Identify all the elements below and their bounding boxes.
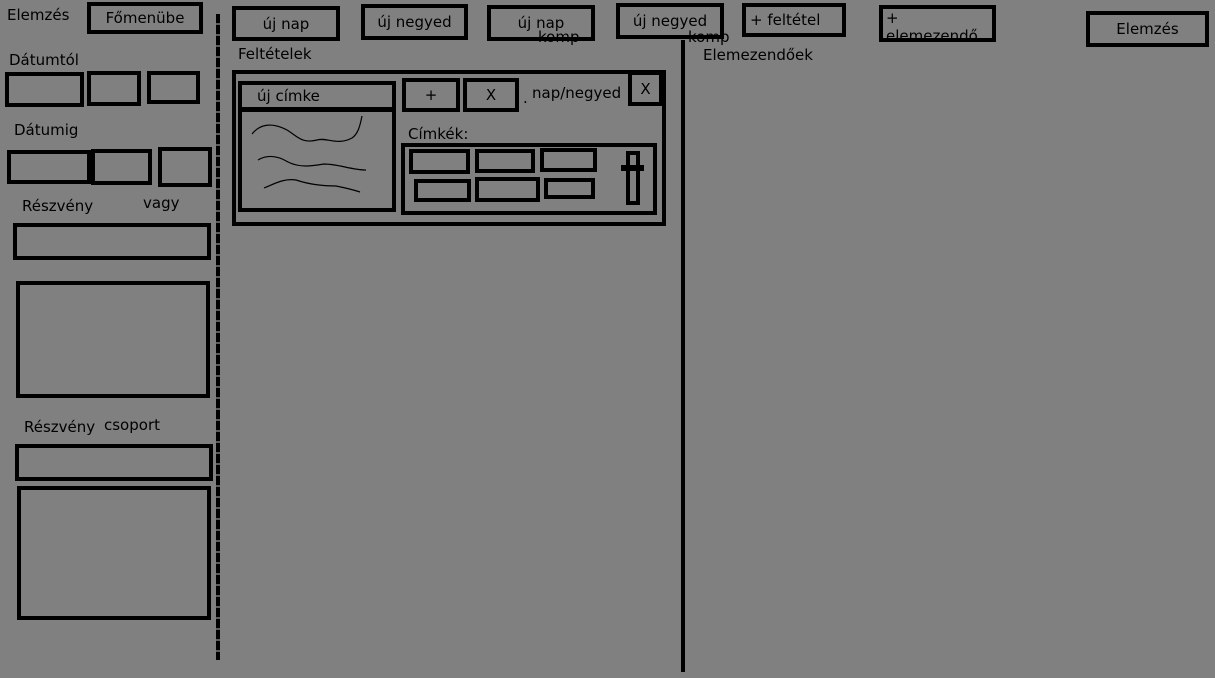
date-to-day-field[interactable]	[158, 147, 212, 187]
add-condition-button[interactable]: + feltétel	[742, 3, 846, 37]
stock-label: Részvény	[22, 197, 94, 215]
stock-group-label: Részvény	[24, 418, 96, 436]
label-chip[interactable]	[475, 149, 535, 173]
date-to-year-field[interactable]	[7, 150, 91, 184]
date-from-label: Dátumtól	[9, 51, 79, 69]
date-from-year-field[interactable]	[5, 72, 84, 107]
new-day-comp-suffix: komp	[538, 28, 580, 46]
stock-list[interactable]	[16, 281, 210, 398]
label-chip[interactable]	[475, 177, 540, 202]
period-label: nap/negyed	[532, 84, 622, 102]
period-dot: .	[523, 89, 528, 107]
stock-group-list[interactable]	[17, 486, 211, 620]
app-title: Elemzés	[7, 6, 70, 24]
stock-group-suffix: csoport	[104, 416, 160, 434]
or-label: vagy	[143, 194, 180, 212]
date-from-day-field[interactable]	[147, 71, 200, 104]
new-quarter-comp-suffix: komp	[688, 28, 730, 46]
stock-group-input[interactable]	[15, 444, 213, 481]
new-day-button[interactable]: új nap	[232, 6, 340, 41]
date-to-label: Dátumig	[14, 121, 79, 139]
close-condition-button[interactable]: X	[628, 71, 663, 106]
labels-scrollbar[interactable]	[626, 151, 640, 205]
labels-heading: Címkék:	[408, 125, 469, 143]
add-label-button[interactable]: +	[402, 78, 460, 112]
analyze-button[interactable]: Elemzés	[1086, 11, 1209, 47]
add-to-analyze-button[interactable]: + elemezendő	[879, 5, 996, 45]
label-chip[interactable]	[414, 179, 471, 202]
labels-scrollbar-thumb[interactable]	[621, 165, 644, 171]
main-menu-button[interactable]: Főmenübe	[87, 2, 203, 34]
new-quarter-button[interactable]: új negyed	[361, 4, 468, 40]
panel-divider	[681, 40, 685, 672]
sidebar-divider	[216, 14, 220, 660]
date-to-month-field[interactable]	[91, 149, 152, 185]
new-label-button[interactable]: új címke	[238, 81, 396, 111]
chart-preview-sketch	[251, 115, 367, 193]
remove-label-button[interactable]: X	[463, 78, 519, 112]
label-chip[interactable]	[544, 178, 595, 199]
conditions-heading: Feltételek	[238, 45, 312, 63]
label-chip[interactable]	[409, 149, 470, 174]
label-chip[interactable]	[540, 148, 597, 172]
stock-input[interactable]	[13, 223, 211, 260]
date-from-month-field[interactable]	[87, 71, 141, 106]
analysis-heading: Elemezendőek	[703, 46, 813, 64]
chart-preview	[238, 108, 396, 212]
